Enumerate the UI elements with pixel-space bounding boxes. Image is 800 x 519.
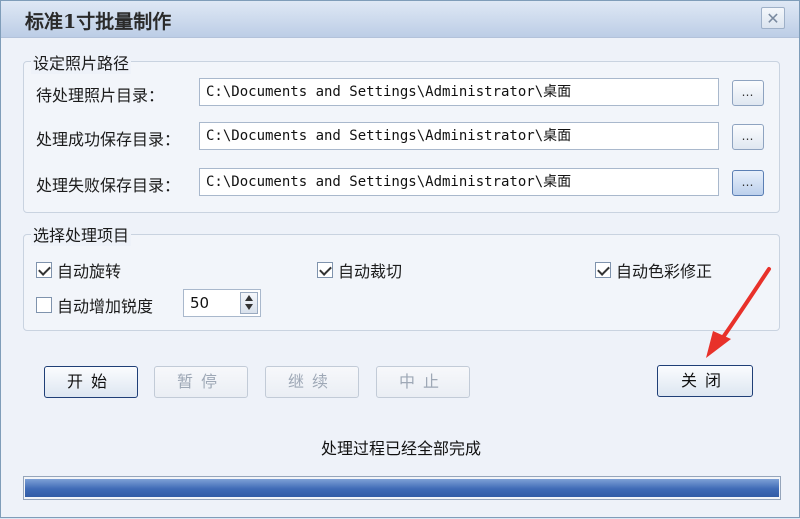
failure-dir-input[interactable]: C:\Documents and Settings\Administrator\… — [199, 168, 719, 196]
progress-fill — [25, 479, 779, 497]
window-title: 标准1寸批量制作 — [25, 11, 172, 33]
success-dir-label: 处理成功保存目录： — [36, 130, 181, 149]
auto-sharpen-checkbox[interactable]: 自动增加锐度 — [36, 293, 153, 317]
checkbox-box[interactable] — [317, 262, 333, 278]
checkbox-box[interactable] — [36, 297, 52, 313]
auto-crop-checkbox[interactable]: 自动裁切 — [317, 258, 402, 282]
spin-up-icon[interactable] — [245, 295, 253, 301]
auto-color-checkbox[interactable]: 自动色彩修正 — [595, 258, 712, 282]
auto-rotate-checkbox[interactable]: 自动旋转 — [36, 258, 121, 282]
close-button[interactable]: 关闭 — [657, 365, 753, 397]
status-text: 处理过程已经全部完成 — [320, 439, 481, 458]
spin-buttons[interactable] — [240, 292, 258, 314]
failure-dir-label: 处理失败保存目录： — [36, 176, 181, 195]
batch-dialog-window: 标准1寸批量制作 ✕ 设定照片路径 待处理照片目录： C:\Documents … — [0, 0, 800, 518]
checkbox-box[interactable] — [595, 262, 611, 278]
auto-color-label: 自动色彩修正 — [616, 262, 713, 281]
options-title: 选择处理项目 — [31, 222, 132, 246]
success-dir-browse-button[interactable]: … — [732, 124, 764, 150]
checkbox-box[interactable] — [36, 262, 52, 278]
resume-button[interactable]: 继续 — [265, 366, 359, 398]
start-button[interactable]: 开始 — [44, 366, 138, 398]
auto-sharpen-label: 自动增加锐度 — [57, 297, 154, 316]
progress-bar — [23, 476, 781, 500]
sharpen-spinbox[interactable]: 50 — [183, 289, 261, 317]
title-bar[interactable]: 标准1寸批量制作 ✕ — [1, 1, 799, 38]
source-dir-input[interactable]: C:\Documents and Settings\Administrator\… — [199, 78, 719, 106]
spin-down-icon[interactable] — [245, 304, 253, 310]
success-dir-input[interactable]: C:\Documents and Settings\Administrator\… — [199, 122, 719, 150]
path-settings-title: 设定照片路径 — [31, 50, 132, 74]
pause-button[interactable]: 暂停 — [154, 366, 248, 398]
auto-crop-label: 自动裁切 — [338, 262, 403, 281]
auto-rotate-label: 自动旋转 — [57, 262, 122, 281]
failure-dir-browse-button[interactable]: … — [732, 170, 764, 196]
source-dir-label: 待处理照片目录： — [36, 86, 165, 105]
stop-button[interactable]: 中止 — [376, 366, 470, 398]
close-icon[interactable]: ✕ — [761, 7, 785, 29]
source-dir-browse-button[interactable]: … — [732, 80, 764, 106]
sharpen-value: 50 — [190, 294, 210, 312]
